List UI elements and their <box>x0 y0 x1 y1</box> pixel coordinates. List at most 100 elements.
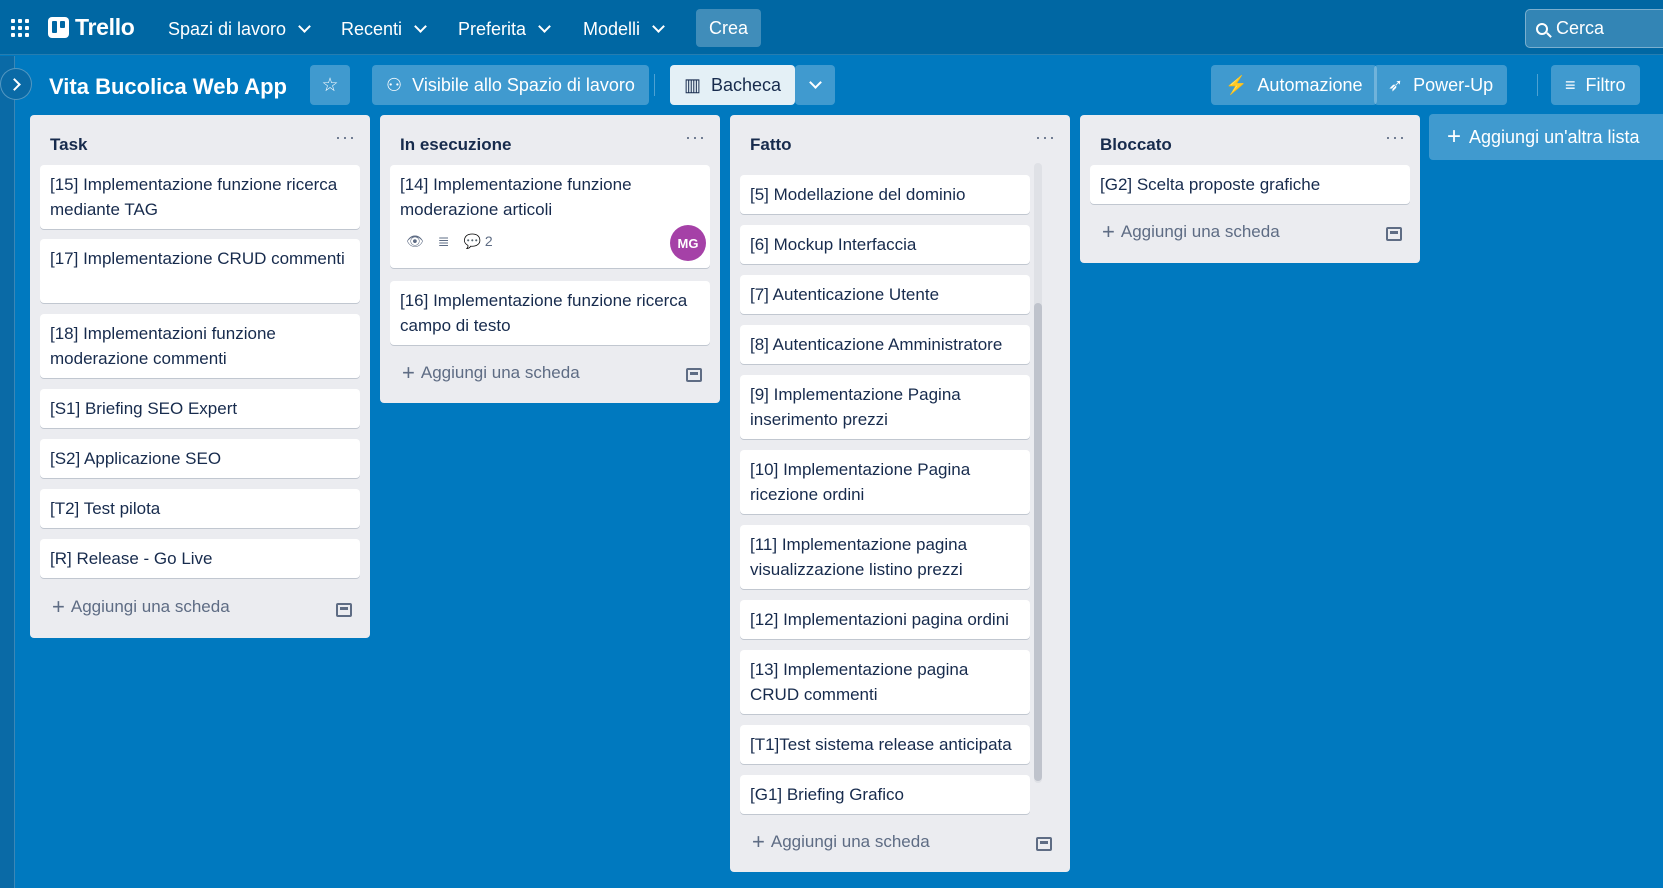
add-card-button[interactable]: + Aggiungi una scheda <box>52 596 230 618</box>
plus-icon: + <box>1447 123 1462 150</box>
description-icon: ≣ <box>437 233 450 249</box>
top-navigation-bar: Trello Spazi di lavoro Recenti Preferita… <box>0 0 1663 55</box>
list-title[interactable]: Fatto <box>750 135 792 155</box>
board-title[interactable]: Vita Bucolica Web App <box>49 70 287 104</box>
rocket-icon: ➶ <box>1388 74 1404 95</box>
card[interactable]: [18] Implementazioni funzione moderazion… <box>40 314 360 378</box>
list-menu-icon[interactable]: ··· <box>335 127 356 148</box>
lightning-icon: ⚡ <box>1225 74 1248 95</box>
nav-templates-label: Modelli <box>583 18 641 39</box>
add-list-label: Aggiungi un'altra lista <box>1469 126 1640 147</box>
card[interactable]: [10] Implementazione Pagina ricezione or… <box>740 450 1030 514</box>
add-card-button[interactable]: + Aggiungi una scheda <box>402 362 580 384</box>
trello-logo-text: Trello <box>75 13 135 40</box>
sidebar-collapsed <box>0 56 15 888</box>
card[interactable]: [9] Implementazione Pagina inserimento p… <box>740 375 1030 439</box>
card[interactable]: [T2] Test pilota <box>40 489 360 528</box>
add-card-label: Aggiungi una scheda <box>1120 222 1280 241</box>
nav-starred-menu[interactable]: Preferita <box>452 10 559 48</box>
automation-label: Automazione <box>1257 74 1363 95</box>
header-divider <box>1537 74 1538 96</box>
people-icon: ⚇ <box>386 74 403 95</box>
list-bloccato: Bloccato ··· [G2] Scelta proposte grafic… <box>1080 115 1420 263</box>
list-in-esecuzione: In esecuzione ··· [14] Implementazione f… <box>380 115 720 403</box>
app-switcher-icon[interactable] <box>11 19 29 37</box>
search-placeholder: Cerca <box>1556 18 1605 38</box>
chevron-down-icon <box>808 76 822 89</box>
chevron-down-icon <box>652 20 665 33</box>
card-template-icon[interactable] <box>1386 227 1402 241</box>
list-fatto: Fatto ··· [5] Modellazione del dominio [… <box>730 115 1070 872</box>
plus-icon: + <box>52 594 65 619</box>
card[interactable]: [T1]Test sistema release anticipata <box>740 725 1030 764</box>
star-icon: ☆ <box>321 74 339 96</box>
card[interactable]: [S1] Briefing SEO Expert <box>40 389 360 428</box>
card-template-icon[interactable] <box>686 368 702 382</box>
add-list-button[interactable]: + Aggiungi un'altra lista <box>1429 114 1663 160</box>
powerups-label: Power-Up <box>1413 74 1494 95</box>
card[interactable]: [14] Implementazione funzione moderazion… <box>390 165 710 268</box>
card-badges: 👁 ≣ 💬 2 <box>406 229 493 254</box>
card-title: [14] Implementazione funzione moderazion… <box>400 175 632 219</box>
list-title[interactable]: Bloccato <box>1100 135 1172 155</box>
chevron-down-icon <box>538 20 551 33</box>
plus-icon: + <box>402 360 415 385</box>
card[interactable]: [11] Implementazione pagina visualizzazi… <box>740 525 1030 589</box>
list-menu-icon[interactable]: ··· <box>1385 127 1406 148</box>
card[interactable]: [5] Modellazione del dominio <box>740 175 1030 214</box>
list-title[interactable]: In esecuzione <box>400 135 511 155</box>
nav-starred-label: Preferita <box>458 18 527 39</box>
comment-icon: 💬 <box>463 233 481 249</box>
card[interactable]: [12] Implementazioni pagina ordini <box>740 600 1030 639</box>
card[interactable]: [17] Implementazione CRUD commenti <box>40 239 360 303</box>
comment-count: 2 <box>484 233 493 249</box>
add-card-label: Aggiungi una scheda <box>70 597 230 616</box>
chevron-down-icon <box>414 20 427 33</box>
trello-logo[interactable]: Trello <box>48 13 135 40</box>
view-board-button[interactable]: ▥ Bacheca <box>670 65 796 105</box>
list-scrollbar[interactable] <box>1034 163 1042 783</box>
header-divider <box>654 74 655 96</box>
card[interactable]: [R] Release - Go Live <box>40 539 360 578</box>
nav-workspaces-menu[interactable]: Spazi di lavoro <box>162 10 319 48</box>
list-menu-icon[interactable]: ··· <box>685 127 706 148</box>
powerups-button[interactable]: ➶ Power-Up <box>1374 65 1508 105</box>
card[interactable]: [8] Autenticazione Amministratore <box>740 325 1030 364</box>
filter-button[interactable]: ≡ Filtro <box>1551 65 1640 105</box>
star-board-button[interactable]: ☆ <box>310 65 350 105</box>
card-template-icon[interactable] <box>1036 837 1052 851</box>
nav-templates-menu[interactable]: Modelli <box>577 10 673 48</box>
visibility-button[interactable]: ⚇ Visibile allo Spazio di lavoro <box>372 65 649 105</box>
card[interactable]: [15] Implementazione funzione ricerca me… <box>40 165 360 229</box>
automation-button[interactable]: ⚡ Automazione <box>1211 65 1377 105</box>
card[interactable]: [S2] Applicazione SEO <box>40 439 360 478</box>
list-menu-icon[interactable]: ··· <box>1035 127 1056 148</box>
add-card-button[interactable]: + Aggiungi una scheda <box>1102 221 1280 243</box>
card[interactable]: [G1] Briefing Grafico <box>740 775 1030 814</box>
sidebar-expand-button[interactable] <box>0 68 32 100</box>
card[interactable]: [7] Autenticazione Utente <box>740 275 1030 314</box>
view-label: Bacheca <box>711 74 782 95</box>
search-input[interactable]: Cerca <box>1525 9 1663 48</box>
avatar[interactable]: MG <box>670 225 706 261</box>
card[interactable]: [6] Mockup Interfaccia <box>740 225 1030 264</box>
list-title[interactable]: Task <box>50 135 88 155</box>
search-icon <box>1536 22 1548 35</box>
scrollbar-thumb[interactable] <box>1034 303 1042 781</box>
filter-label: Filtro <box>1585 74 1626 95</box>
nav-recent-label: Recenti <box>341 18 403 39</box>
add-card-button[interactable]: + Aggiungi una scheda <box>752 831 930 853</box>
create-button[interactable]: Crea <box>696 9 761 47</box>
card-template-icon[interactable] <box>336 603 352 617</box>
add-card-label: Aggiungi una scheda <box>770 832 930 851</box>
nav-recent-menu[interactable]: Recenti <box>335 10 435 48</box>
add-card-label: Aggiungi una scheda <box>420 363 580 382</box>
board-view-icon: ▥ <box>684 74 702 95</box>
view-switcher-button[interactable] <box>795 65 835 105</box>
card[interactable]: [16] Implementazione funzione ricerca ca… <box>390 281 710 345</box>
card[interactable]: [G2] Scelta proposte grafiche <box>1090 165 1410 204</box>
list-task: Task ··· [15] Implementazione funzione r… <box>30 115 370 638</box>
plus-icon: + <box>1102 219 1115 244</box>
plus-icon: + <box>752 829 765 854</box>
card[interactable]: [13] Implementazione pagina CRUD comment… <box>740 650 1030 714</box>
